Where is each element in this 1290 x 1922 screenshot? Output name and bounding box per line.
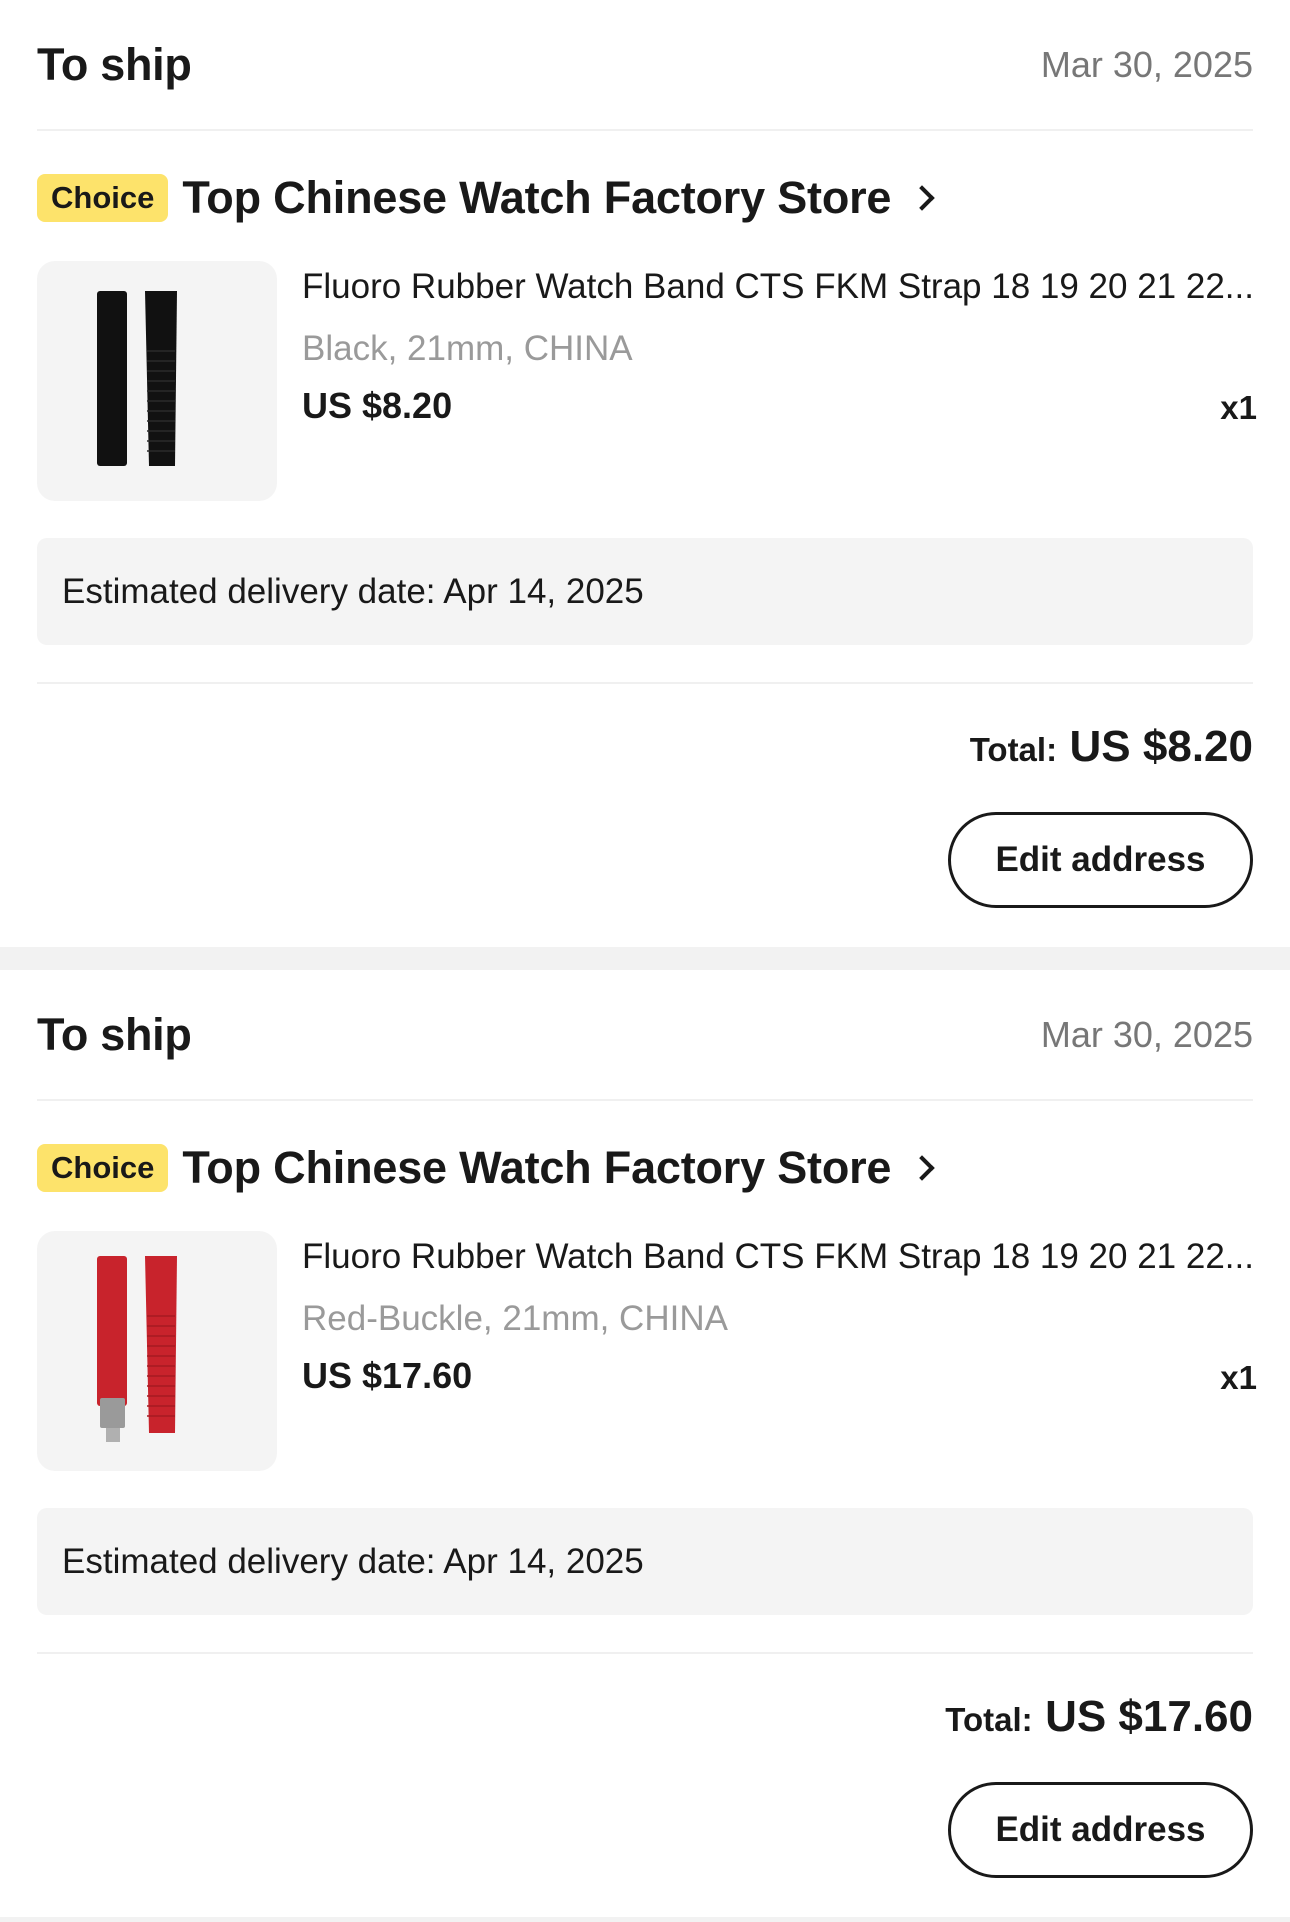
order-actions: Edit address bbox=[37, 812, 1253, 908]
edit-address-button[interactable]: Edit address bbox=[948, 812, 1253, 908]
product-price: US $17.60 bbox=[302, 1355, 473, 1396]
divider bbox=[37, 682, 1253, 684]
product-variant: Black, 21mm, CHINA bbox=[302, 329, 633, 368]
product-title[interactable]: Fluoro Rubber Watch Band CTS FKM Strap 1… bbox=[302, 266, 1257, 308]
product-image[interactable] bbox=[37, 261, 277, 501]
order-actions: Edit address bbox=[37, 1782, 1253, 1878]
order-card[interactable]: To ship Mar 30, 2025 Choice Top Chinese … bbox=[0, 970, 1290, 1917]
product-title[interactable]: Fluoro Rubber Watch Band CTS FKM Strap 1… bbox=[302, 1236, 1257, 1278]
watch-band-image bbox=[97, 1256, 177, 1442]
product-item[interactable]: Fluoro Rubber Watch Band CTS FKM Strap 1… bbox=[37, 1231, 1257, 1471]
order-date: Mar 30, 2025 bbox=[1040, 1013, 1253, 1055]
order-header: To ship Mar 30, 2025 bbox=[37, 0, 1253, 131]
store-name[interactable]: Top Chinese Watch Factory Store bbox=[182, 172, 891, 224]
total-label: Total: bbox=[945, 1701, 1033, 1738]
choice-badge: Choice bbox=[37, 1144, 169, 1192]
product-quantity: x1 bbox=[1220, 389, 1257, 426]
watch-band-image bbox=[97, 291, 177, 466]
order-total: Total: US $17.60 bbox=[37, 1687, 1253, 1747]
product-price: US $8.20 bbox=[302, 385, 453, 426]
product-image[interactable] bbox=[37, 1231, 277, 1471]
total-value: US $8.20 bbox=[1069, 722, 1253, 771]
edit-address-button[interactable]: Edit address bbox=[948, 1782, 1253, 1878]
delivery-estimate: Estimated delivery date: Apr 14, 2025 bbox=[37, 1508, 1253, 1615]
chevron-right-icon[interactable] bbox=[909, 1155, 935, 1181]
section-separator bbox=[0, 1917, 1290, 1922]
chevron-right-icon[interactable] bbox=[909, 185, 935, 211]
order-status: To ship bbox=[37, 38, 192, 90]
store-name[interactable]: Top Chinese Watch Factory Store bbox=[182, 1142, 891, 1194]
divider bbox=[37, 1652, 1253, 1654]
product-details: Fluoro Rubber Watch Band CTS FKM Strap 1… bbox=[302, 1231, 1257, 1471]
order-status: To ship bbox=[37, 1008, 192, 1060]
product-item[interactable]: Fluoro Rubber Watch Band CTS FKM Strap 1… bbox=[37, 261, 1257, 501]
delivery-estimate: Estimated delivery date: Apr 14, 2025 bbox=[37, 538, 1253, 645]
total-value: US $17.60 bbox=[1045, 1692, 1253, 1741]
order-total: Total: US $8.20 bbox=[37, 717, 1253, 777]
order-card[interactable]: To ship Mar 30, 2025 Choice Top Chinese … bbox=[0, 0, 1290, 947]
total-label: Total: bbox=[969, 731, 1058, 768]
store-link[interactable]: Choice Top Chinese Watch Factory Store bbox=[37, 1138, 1253, 1198]
choice-badge: Choice bbox=[37, 174, 169, 222]
store-link[interactable]: Choice Top Chinese Watch Factory Store bbox=[37, 168, 1253, 228]
order-header: To ship Mar 30, 2025 bbox=[37, 970, 1253, 1101]
product-variant: Red-Buckle, 21mm, CHINA bbox=[302, 1299, 728, 1338]
section-separator bbox=[0, 947, 1290, 970]
order-date: Mar 30, 2025 bbox=[1040, 43, 1253, 85]
product-details: Fluoro Rubber Watch Band CTS FKM Strap 1… bbox=[302, 261, 1257, 501]
product-quantity: x1 bbox=[1220, 1359, 1257, 1396]
